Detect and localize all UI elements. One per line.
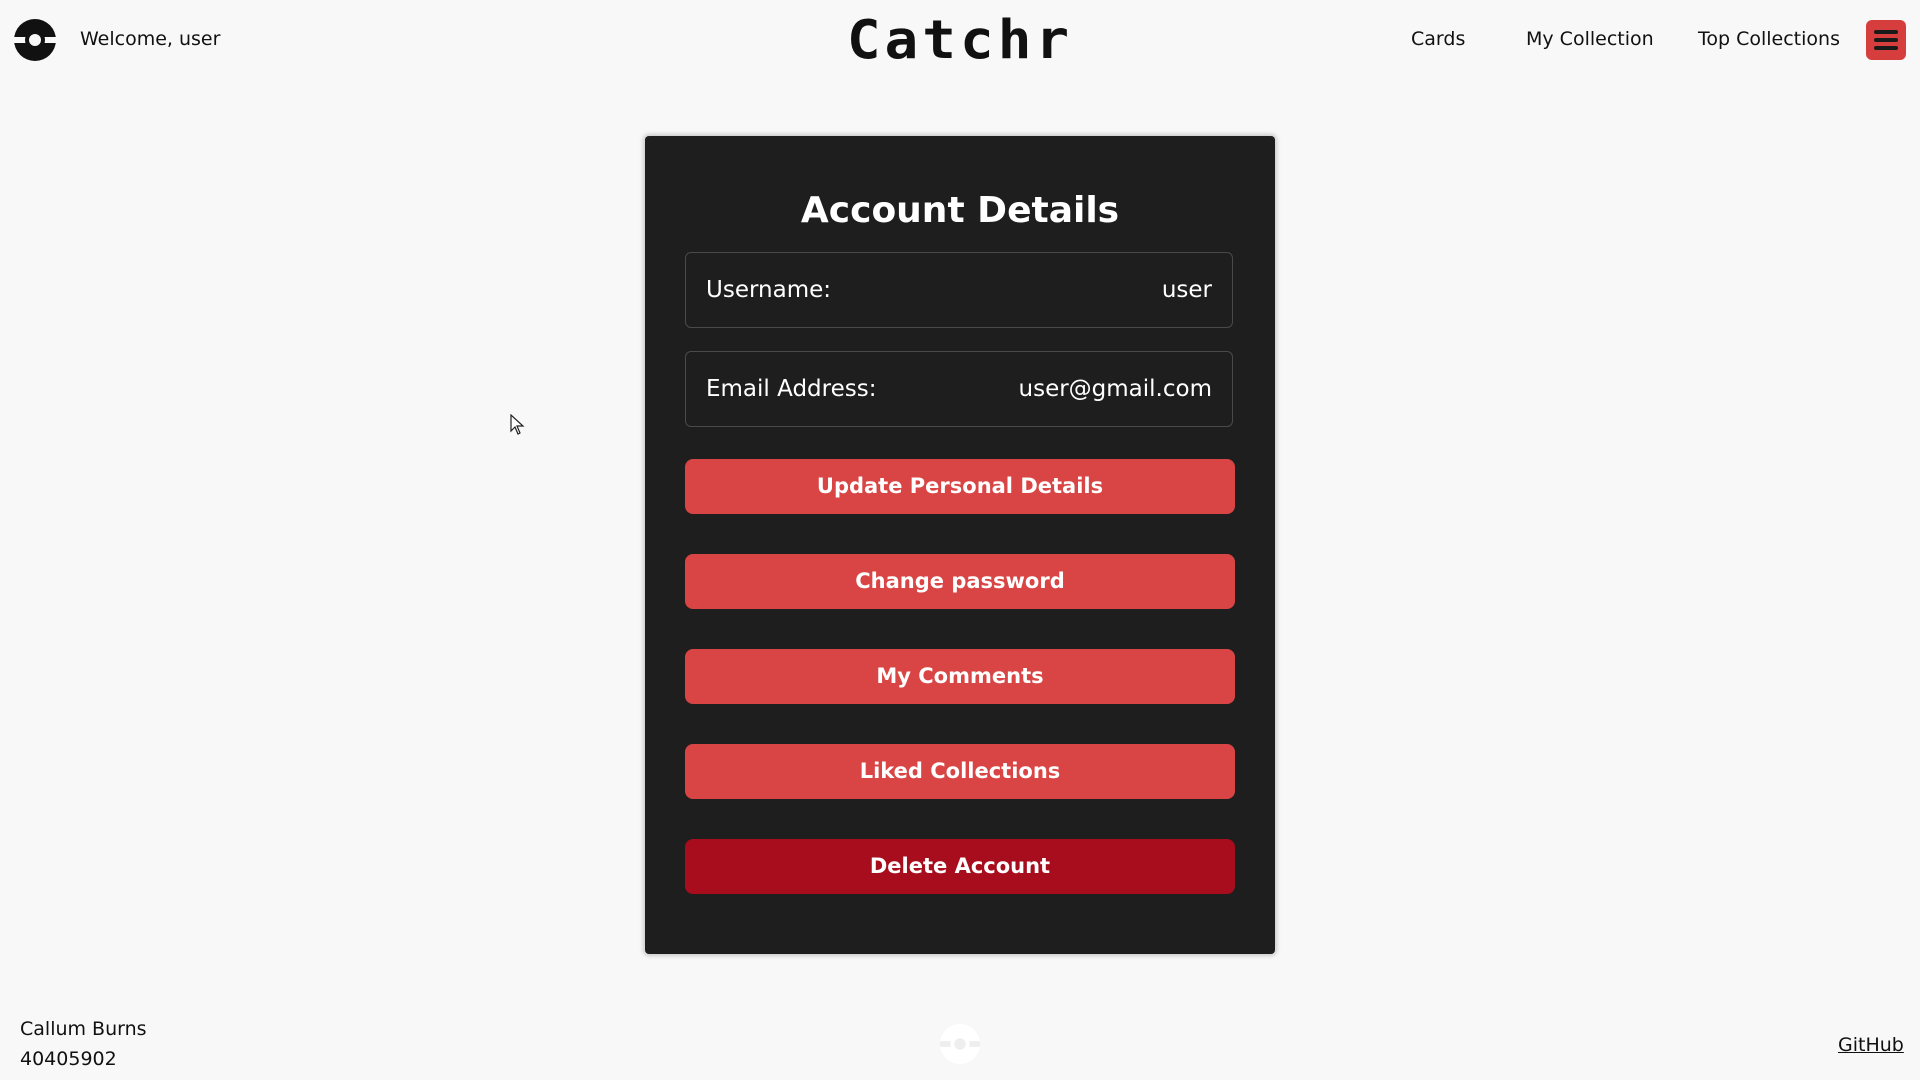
hamburger-menu-icon (1874, 38, 1898, 42)
brand-logo-text[interactable]: Catchr (847, 10, 1073, 72)
footer-pokeball-icon (939, 1023, 981, 1065)
update-personal-details-button[interactable]: Update Personal Details (685, 459, 1235, 514)
welcome-text: Welcome, user (80, 28, 221, 50)
footer-author-name: Callum Burns (20, 1018, 147, 1040)
username-label: Username: (706, 277, 831, 303)
nav-top-collections-link[interactable]: Top Collections (1698, 28, 1840, 50)
top-navbar: Welcome, user Catchr Cards My Collection… (0, 0, 1920, 80)
mouse-cursor-icon (510, 413, 526, 436)
footer-student-id: 40405902 (20, 1048, 117, 1070)
username-value: user (1161, 277, 1212, 303)
nav-my-collection-link[interactable]: My Collection (1526, 28, 1654, 50)
hamburger-menu-icon (1874, 30, 1898, 34)
username-field: Username: user (685, 252, 1233, 328)
account-details-card: Account Details Username: user Email Add… (645, 136, 1275, 954)
email-field: Email Address: user@gmail.com (685, 351, 1233, 427)
my-comments-button[interactable]: My Comments (685, 649, 1235, 704)
email-value: user@gmail.com (1018, 376, 1212, 402)
hamburger-menu-icon (1874, 46, 1898, 50)
github-link[interactable]: GitHub (1838, 1034, 1904, 1056)
delete-account-button[interactable]: Delete Account (685, 839, 1235, 894)
email-label: Email Address: (706, 376, 877, 402)
hamburger-menu-button[interactable] (1866, 20, 1906, 60)
liked-collections-button[interactable]: Liked Collections (685, 744, 1235, 799)
pokeball-icon[interactable] (13, 18, 57, 62)
change-password-button[interactable]: Change password (685, 554, 1235, 609)
nav-cards-link[interactable]: Cards (1411, 28, 1465, 50)
account-details-title: Account Details (800, 190, 1120, 231)
